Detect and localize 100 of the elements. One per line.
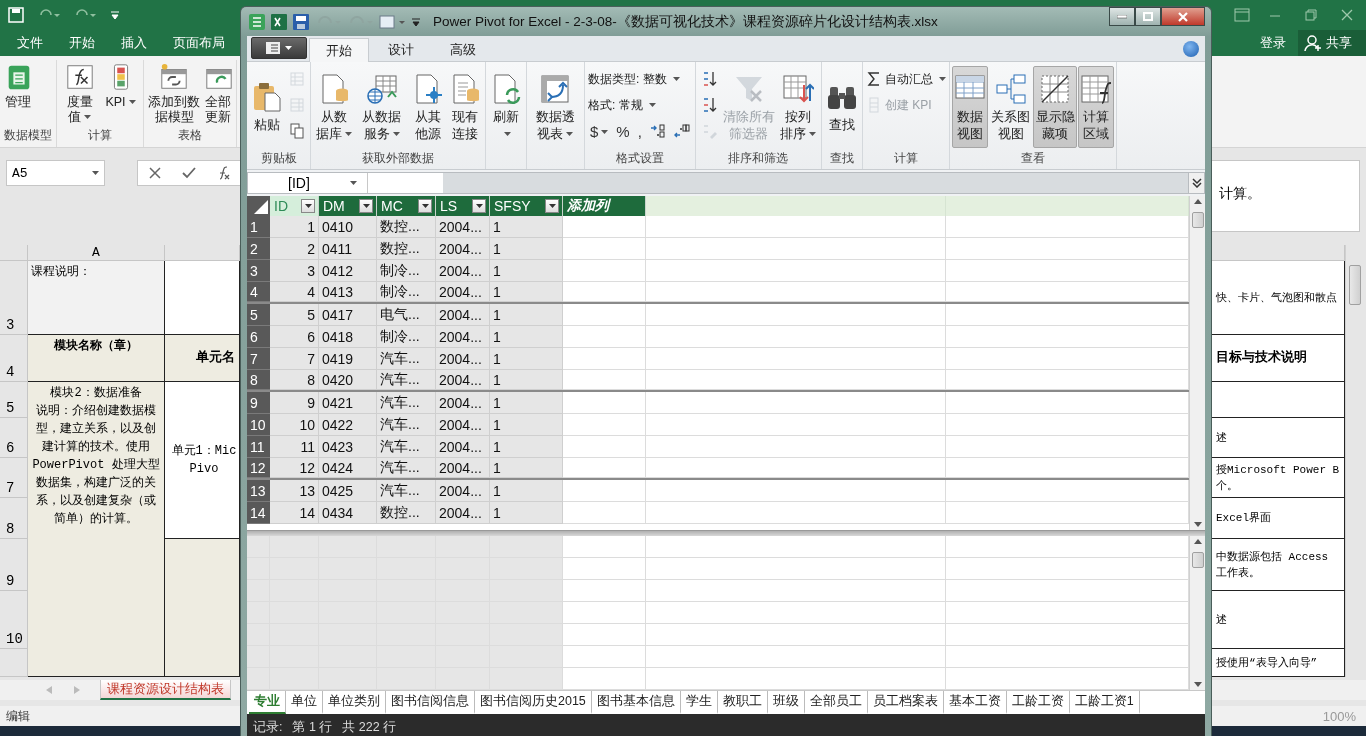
name-box[interactable]: A5: [6, 160, 105, 186]
scroll-thumb[interactable]: [1349, 265, 1361, 305]
save-icon[interactable]: [293, 13, 309, 30]
calculation-cell[interactable]: [490, 580, 563, 602]
ribbon-button[interactable]: 从数据服务: [355, 66, 409, 148]
calculation-cell[interactable]: [563, 558, 646, 580]
calculation-cell[interactable]: [646, 558, 946, 580]
calculation-cell[interactable]: [646, 602, 946, 624]
calculation-cell[interactable]: [563, 668, 646, 690]
calculation-cell[interactable]: [946, 646, 1189, 668]
calculation-cell[interactable]: [247, 602, 270, 624]
row-number[interactable]: 10: [247, 414, 270, 436]
ribbon-button[interactable]: 显示隐藏项: [1033, 66, 1077, 148]
row-number[interactable]: 12: [247, 458, 270, 478]
ribbon-tab[interactable]: 插入: [108, 30, 160, 56]
close-button[interactable]: [1161, 7, 1205, 26]
save-icon[interactable]: [8, 7, 24, 23]
column-header[interactable]: [165, 245, 240, 261]
scroll-thumb[interactable]: [1191, 212, 1204, 228]
ribbon-button[interactable]: 从数据库: [313, 66, 354, 148]
customize-icon[interactable]: [411, 16, 421, 27]
calculation-cell[interactable]: [490, 602, 563, 624]
cancel-icon[interactable]: [148, 167, 161, 179]
vertical-scrollbar[interactable]: [1189, 196, 1205, 530]
calculation-cell[interactable]: [563, 580, 646, 602]
calculation-cell[interactable]: [436, 536, 490, 558]
column-header[interactable]: LS: [436, 196, 490, 216]
calculation-cell[interactable]: [563, 624, 646, 646]
ribbon-button[interactable]: 管理: [4, 60, 32, 112]
calculation-cell[interactable]: [436, 668, 490, 690]
row-number[interactable]: 7: [247, 348, 270, 370]
ribbon-button[interactable]: 查找: [823, 66, 860, 148]
ribbon-button[interactable]: 刷新: [487, 66, 524, 148]
row-header[interactable]: 6: [0, 418, 28, 458]
ribbon-tab[interactable]: 文件: [4, 30, 56, 56]
file-menu-button[interactable]: [251, 37, 307, 59]
scroll-down-icon[interactable]: [1193, 522, 1202, 528]
calculation-cell[interactable]: [247, 580, 270, 602]
calculation-cell[interactable]: [247, 646, 270, 668]
ribbon-button[interactable]: 自动汇总: [864, 68, 947, 90]
ribbon-button[interactable]: 数据视图: [951, 66, 988, 148]
scroll-down-icon[interactable]: [1193, 682, 1202, 688]
filter-button[interactable]: [301, 199, 315, 213]
ribbon-button[interactable]: 度量值: [61, 60, 98, 127]
calculation-cell[interactable]: [490, 668, 563, 690]
next-sheet-icon[interactable]: [74, 686, 80, 694]
column-header[interactable]: ID: [270, 196, 319, 216]
filter-button[interactable]: [545, 199, 559, 213]
column-header[interactable]: 添加列: [563, 196, 646, 216]
customize-icon[interactable]: [110, 10, 120, 20]
row-number[interactable]: 1: [247, 216, 270, 238]
calculation-cell[interactable]: [646, 646, 946, 668]
formula-bar[interactable]: 计算。: [1210, 160, 1360, 232]
calculation-cell[interactable]: [646, 536, 946, 558]
row-number[interactable]: 13: [247, 480, 270, 502]
filter-button[interactable]: [418, 199, 432, 213]
column-header[interactable]: SFSY: [490, 196, 563, 216]
calculation-cell[interactable]: [946, 536, 1189, 558]
calculation-cell[interactable]: [270, 668, 319, 690]
format-button[interactable]: ,: [634, 120, 645, 142]
calculation-cell[interactable]: [646, 580, 946, 602]
ribbon-button[interactable]: 数据类型: 整数: [587, 68, 693, 90]
calculation-cell[interactable]: [319, 536, 377, 558]
ribbon-button[interactable]: 关系图视图: [988, 66, 1033, 148]
row-header[interactable]: 5: [0, 382, 28, 418]
select-all-corner[interactable]: [247, 196, 270, 216]
calculation-cell[interactable]: [247, 536, 270, 558]
scroll-up-icon[interactable]: [1193, 538, 1202, 544]
calculation-cell[interactable]: [377, 668, 436, 690]
calculation-cell[interactable]: [377, 536, 436, 558]
ribbon-button[interactable]: 格式: 常规: [587, 94, 693, 116]
row-number[interactable]: 4: [247, 282, 270, 302]
spreadsheet-icon[interactable]: [271, 13, 287, 30]
calculation-cell[interactable]: [946, 558, 1189, 580]
ribbon-tab[interactable]: 设计: [371, 37, 431, 61]
ribbon-tab[interactable]: 高级: [433, 37, 493, 61]
column-header[interactable]: DM: [319, 196, 377, 216]
row-number[interactable]: 14: [247, 502, 270, 524]
row-header[interactable]: [0, 649, 28, 677]
calculation-cell[interactable]: [270, 536, 319, 558]
calculation-cell[interactable]: [490, 624, 563, 646]
row-number[interactable]: 8: [247, 370, 270, 390]
calculation-cell[interactable]: [490, 646, 563, 668]
sign-in-link[interactable]: 登录: [1248, 30, 1298, 56]
row-header[interactable]: 3: [0, 261, 28, 335]
calculation-cell[interactable]: [563, 536, 646, 558]
row-header[interactable]: 4: [0, 335, 28, 382]
row-header[interactable]: 7: [0, 458, 28, 498]
ribbon-button[interactable]: 数据透视表: [528, 66, 582, 148]
scroll-up-icon[interactable]: [1193, 198, 1202, 204]
calculation-cell[interactable]: [646, 668, 946, 690]
row-number[interactable]: 9: [247, 392, 270, 414]
calculation-cell[interactable]: [946, 624, 1189, 646]
scroll-thumb[interactable]: [1191, 552, 1204, 568]
table-tab[interactable]: 专业: [249, 691, 286, 714]
sheet-tab[interactable]: 课程资源设计结构表: [100, 680, 231, 700]
calculation-cell[interactable]: [490, 558, 563, 580]
column-header[interactable]: A: [28, 245, 165, 261]
calculation-cell[interactable]: [247, 558, 270, 580]
ribbon-button[interactable]: 粘贴: [249, 66, 285, 148]
